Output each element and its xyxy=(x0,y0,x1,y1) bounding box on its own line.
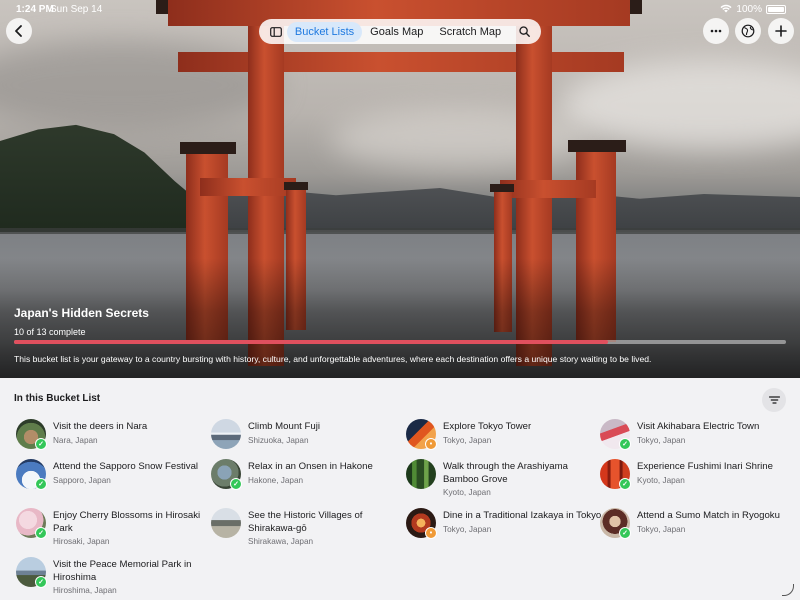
completed-check-icon: ✓ xyxy=(619,438,631,450)
progress-fill xyxy=(14,340,608,344)
bucket-item-location: Hakone, Japan xyxy=(248,475,304,485)
completed-check-icon: ✓ xyxy=(35,576,47,588)
chevron-left-icon xyxy=(15,25,22,37)
bucket-item-location: Sapporo, Japan xyxy=(53,475,111,485)
globe-button[interactable] xyxy=(735,18,761,44)
bucket-item-title: Visit the deers in Nara xyxy=(53,421,148,432)
section-title: In this Bucket List xyxy=(14,393,101,404)
in-progress-badge-icon: • xyxy=(425,527,437,539)
bucket-item-location: Kyoto, Japan xyxy=(443,488,491,497)
progress-label: 10 of 13 complete xyxy=(14,327,86,337)
view-switcher: Bucket Lists Goals Map Scratch Map xyxy=(259,19,541,44)
bucket-item-location: Nara, Japan xyxy=(53,435,98,445)
bucket-item[interactable]: ✓ Attend the Sapporo Snow Festival Sapporo… xyxy=(16,459,206,505)
status-indicators: 100% xyxy=(720,4,786,15)
ellipsis-icon xyxy=(710,29,722,33)
completed-check-icon: ✓ xyxy=(35,527,47,539)
bucket-item-location: Tokyo, Japan xyxy=(637,435,686,445)
sidebar-icon xyxy=(270,26,282,37)
bucket-list-description: This bucket list is your gateway to a co… xyxy=(14,354,652,364)
add-button[interactable] xyxy=(768,18,794,44)
hero-banner xyxy=(0,0,800,378)
completed-check-icon: ✓ xyxy=(35,478,47,490)
filter-button[interactable] xyxy=(762,388,786,412)
bucket-item[interactable]: Walk through the Arashiyama Bamboo Grove… xyxy=(406,459,596,505)
in-progress-badge-icon: • xyxy=(425,438,437,450)
bucket-item-title: Visit the Peace Memorial Park in Hiroshi… xyxy=(53,559,192,583)
bucket-item[interactable]: ✓ Relax in an Onsen in Hakone Hakone, Japa… xyxy=(211,459,401,505)
bucket-item-location: Kyoto, Japan xyxy=(637,475,685,485)
completed-check-icon: ✓ xyxy=(35,438,47,450)
bucket-item-thumbnail xyxy=(406,459,436,489)
bucket-item-title: Experience Fushimi Inari Shrine xyxy=(637,461,773,472)
bucket-item-thumbnail xyxy=(211,419,241,449)
tab-goals-map[interactable]: Goals Map xyxy=(362,22,431,42)
resize-handle[interactable] xyxy=(782,584,794,596)
back-button[interactable] xyxy=(6,18,32,44)
status-date: Sun Sep 14 xyxy=(50,4,103,15)
bucket-item-thumbnail xyxy=(211,508,241,538)
bucket-item-title: Explore Tokyo Tower xyxy=(443,421,532,432)
bucket-item-title: Attend a Sumo Match in Ryogoku xyxy=(637,510,780,521)
tab-scratch-map[interactable]: Scratch Map xyxy=(431,22,509,42)
bucket-item[interactable]: • Dine in a Traditional Izakaya in Tokyo T… xyxy=(406,508,601,554)
bucket-item-location: Tokyo, Japan xyxy=(443,524,492,534)
bucket-item-title: Relax in an Onsen in Hakone xyxy=(248,461,373,472)
bucket-item-title: Walk through the Arashiyama Bamboo Grove xyxy=(443,461,568,485)
bucket-item[interactable]: ✓ Visit the Peace Memorial Park in Hirosh… xyxy=(16,557,206,600)
filter-icon xyxy=(768,396,780,404)
sidebar-toggle-button[interactable] xyxy=(265,26,287,37)
bucket-item-location: Hiroshima, Japan xyxy=(53,586,117,595)
search-button[interactable] xyxy=(513,26,535,37)
bucket-list-title: Japan's Hidden Secrets xyxy=(14,306,149,320)
completed-check-icon: ✓ xyxy=(619,527,631,539)
bucket-item[interactable]: ✓ Enjoy Cherry Blossoms in Hirosaki Park H… xyxy=(16,508,206,554)
progress-bar xyxy=(14,340,786,344)
bucket-item-title: Enjoy Cherry Blossoms in Hirosaki Park xyxy=(53,510,201,534)
status-time: 1:24 PM xyxy=(16,4,54,15)
wifi-icon xyxy=(720,4,732,15)
bucket-item-location: Tokyo, Japan xyxy=(443,435,492,445)
bucket-item-title: Climb Mount Fuji xyxy=(248,421,320,432)
battery-icon xyxy=(766,5,786,14)
completed-check-icon: ✓ xyxy=(230,478,242,490)
search-icon xyxy=(518,26,530,37)
tab-bucket-lists[interactable]: Bucket Lists xyxy=(286,21,363,42)
bucket-item-location: Tokyo, Japan xyxy=(637,524,686,534)
bucket-item-title: Visit Akihabara Electric Town xyxy=(637,421,760,432)
bucket-item[interactable]: ✓ Experience Fushimi Inari Shrine Kyoto, J… xyxy=(600,459,790,505)
bucket-item-title: See the Historic Villages of Shirakawa-g… xyxy=(248,510,363,534)
battery-percent: 100% xyxy=(736,4,762,15)
bucket-item-title: Dine in a Traditional Izakaya in Tokyo xyxy=(443,510,602,521)
globe-icon xyxy=(741,24,755,38)
completed-check-icon: ✓ xyxy=(619,478,631,490)
bucket-item-title: Attend the Sapporo Snow Festival xyxy=(53,461,199,472)
bucket-item-location: Hirosaki, Japan xyxy=(53,537,110,546)
more-button[interactable] xyxy=(703,18,729,44)
bucket-item-location: Shirakawa, Japan xyxy=(248,537,314,546)
bucket-item[interactable]: See the Historic Villages of Shirakawa-g… xyxy=(211,508,401,554)
plus-icon xyxy=(775,25,787,37)
bucket-item-location: Shizuoka, Japan xyxy=(248,435,309,445)
bucket-item[interactable]: ✓ Attend a Sumo Match in Ryogoku Tokyo, Ja… xyxy=(600,508,790,554)
